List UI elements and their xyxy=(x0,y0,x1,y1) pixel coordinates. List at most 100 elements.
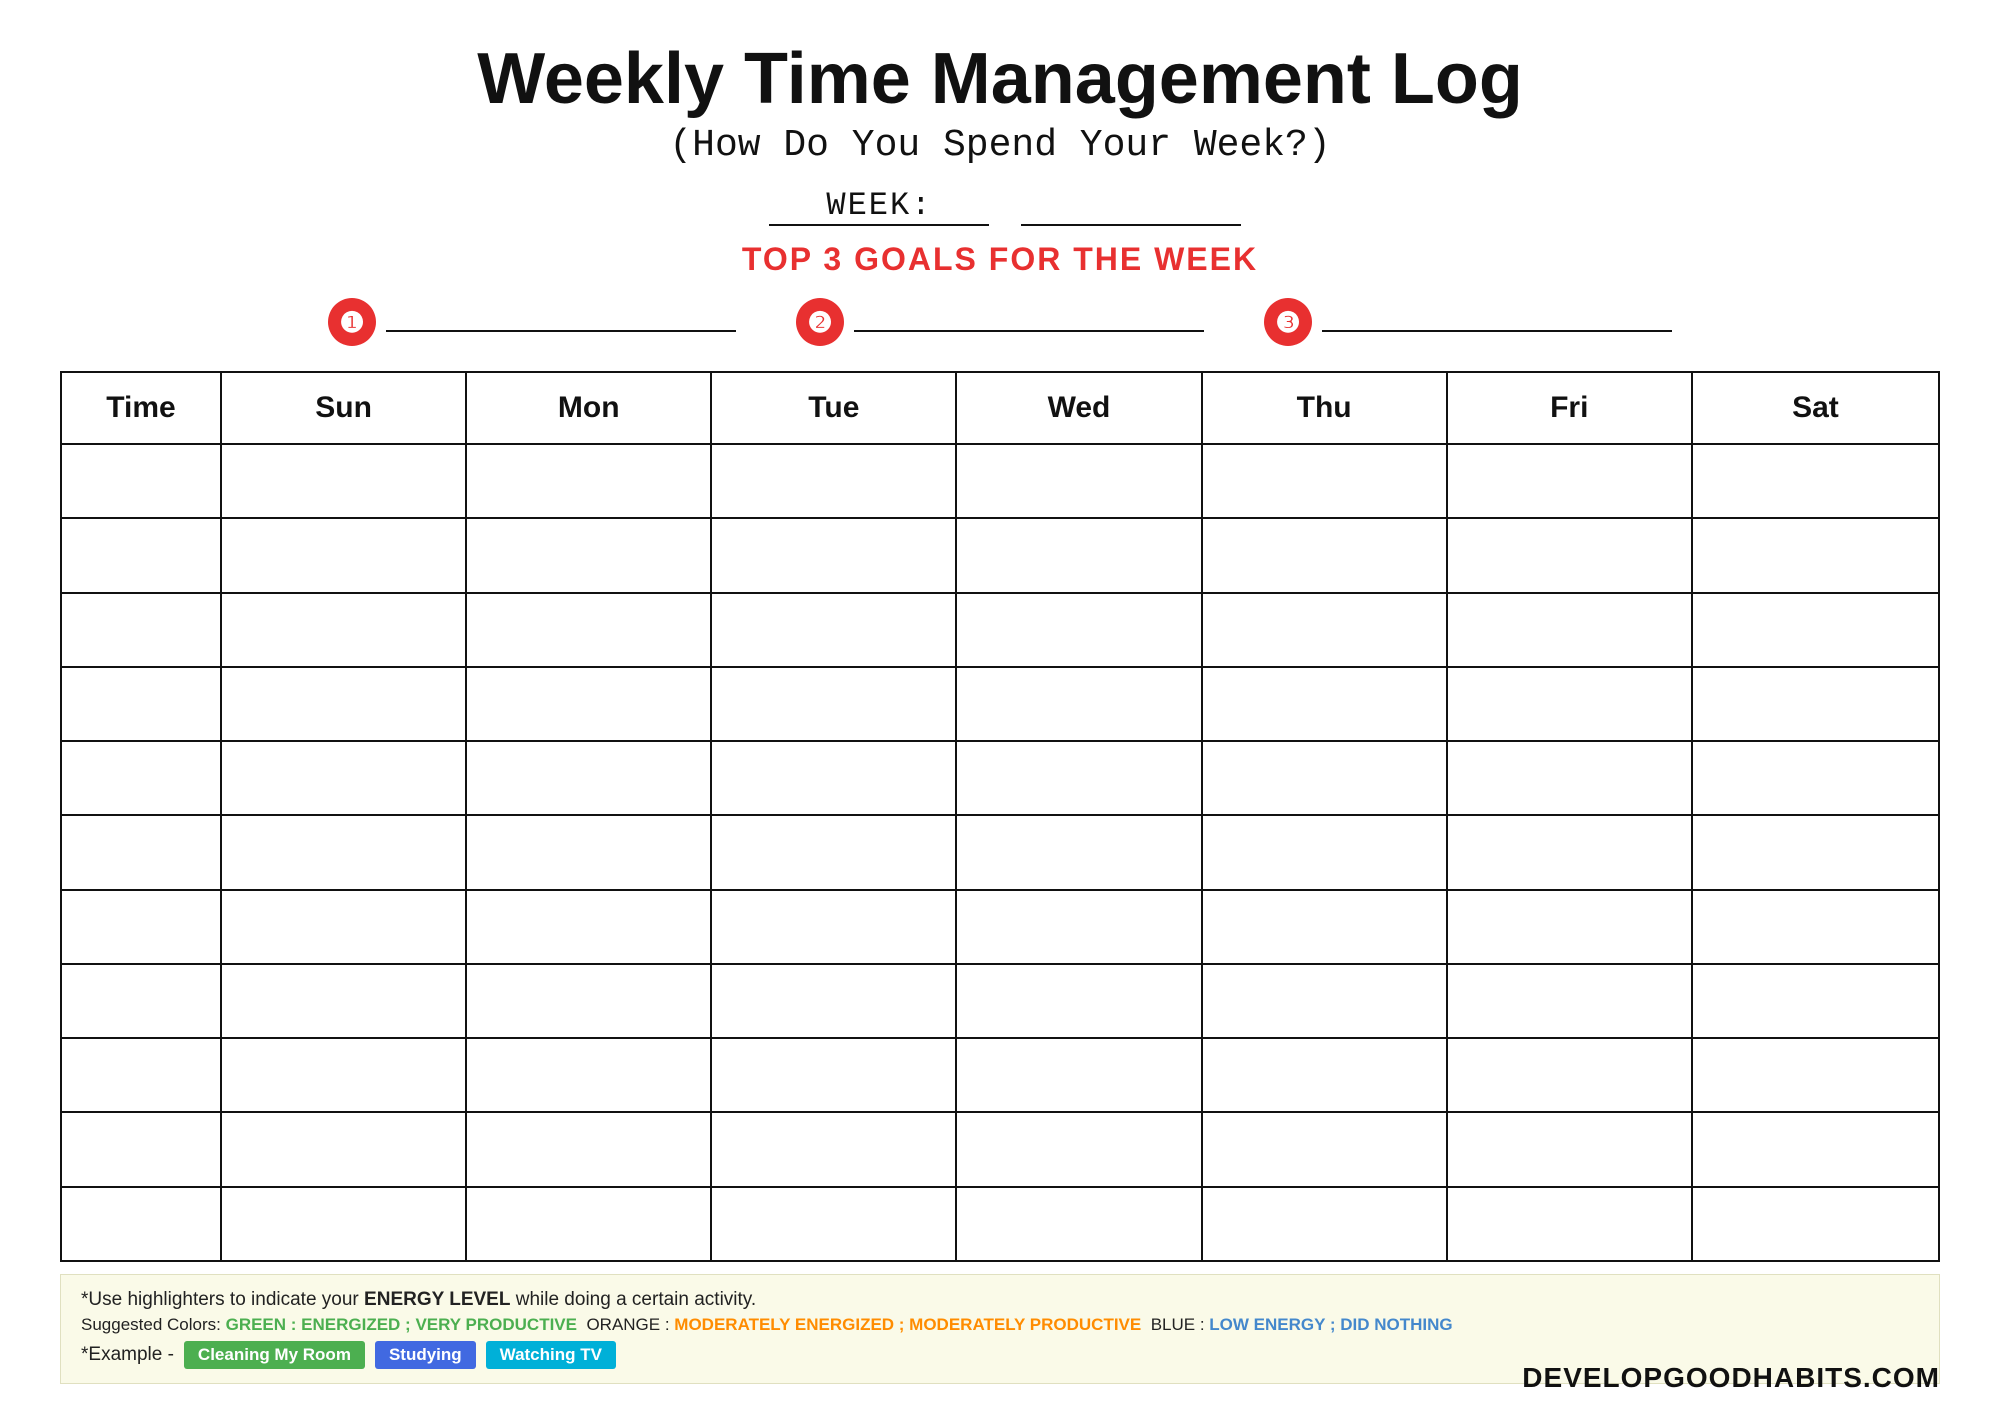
cell-sun[interactable] xyxy=(222,1188,467,1260)
cell-thu[interactable] xyxy=(1203,965,1448,1037)
cell-fri[interactable] xyxy=(1448,1039,1693,1111)
cell-sat[interactable] xyxy=(1693,1188,1938,1260)
col-sat: Sat xyxy=(1693,373,1938,443)
col-fri: Fri xyxy=(1448,373,1693,443)
footer-line1: *Use highlighters to indicate your ENERG… xyxy=(81,1289,1919,1311)
col-mon: Mon xyxy=(467,373,712,443)
cell-thu[interactable] xyxy=(1203,742,1448,814)
cell-wed[interactable] xyxy=(957,594,1202,666)
cell-time[interactable] xyxy=(62,519,222,591)
cell-sun[interactable] xyxy=(222,1113,467,1185)
cell-mon[interactable] xyxy=(467,742,712,814)
cell-tue[interactable] xyxy=(712,1039,957,1111)
cell-time[interactable] xyxy=(62,1188,222,1260)
cell-wed[interactable] xyxy=(957,445,1202,517)
cell-sat[interactable] xyxy=(1693,668,1938,740)
cell-time[interactable] xyxy=(62,1039,222,1111)
cell-sat[interactable] xyxy=(1693,1039,1938,1111)
cell-mon[interactable] xyxy=(467,1113,712,1185)
footer-line2: Suggested Colors: GREEN : ENERGIZED ; VE… xyxy=(81,1315,1919,1335)
cell-thu[interactable] xyxy=(1203,445,1448,517)
cell-mon[interactable] xyxy=(467,445,712,517)
cell-mon[interactable] xyxy=(467,594,712,666)
cell-wed[interactable] xyxy=(957,1188,1202,1260)
cell-thu[interactable] xyxy=(1203,519,1448,591)
cell-sun[interactable] xyxy=(222,668,467,740)
cell-wed[interactable] xyxy=(957,668,1202,740)
cell-sun[interactable] xyxy=(222,742,467,814)
cell-tue[interactable] xyxy=(712,965,957,1037)
cell-wed[interactable] xyxy=(957,1113,1202,1185)
cell-time[interactable] xyxy=(62,891,222,963)
cell-fri[interactable] xyxy=(1448,1113,1693,1185)
cell-time[interactable] xyxy=(62,594,222,666)
cell-sun[interactable] xyxy=(222,1039,467,1111)
cell-sun[interactable] xyxy=(222,816,467,888)
cell-fri[interactable] xyxy=(1448,668,1693,740)
cell-fri[interactable] xyxy=(1448,891,1693,963)
cell-thu[interactable] xyxy=(1203,816,1448,888)
cell-thu[interactable] xyxy=(1203,594,1448,666)
cell-mon[interactable] xyxy=(467,668,712,740)
cell-tue[interactable] xyxy=(712,742,957,814)
cell-sat[interactable] xyxy=(1693,891,1938,963)
cell-fri[interactable] xyxy=(1448,816,1693,888)
cell-tue[interactable] xyxy=(712,891,957,963)
cell-tue[interactable] xyxy=(712,1113,957,1185)
cell-thu[interactable] xyxy=(1203,1039,1448,1111)
cell-wed[interactable] xyxy=(957,891,1202,963)
cell-mon[interactable] xyxy=(467,816,712,888)
cell-sun[interactable] xyxy=(222,891,467,963)
cell-sat[interactable] xyxy=(1693,519,1938,591)
cell-tue[interactable] xyxy=(712,668,957,740)
cell-thu[interactable] xyxy=(1203,1188,1448,1260)
cell-wed[interactable] xyxy=(957,1039,1202,1111)
cell-sat[interactable] xyxy=(1693,445,1938,517)
cell-sun[interactable] xyxy=(222,965,467,1037)
cell-fri[interactable] xyxy=(1448,594,1693,666)
cell-wed[interactable] xyxy=(957,742,1202,814)
cell-mon[interactable] xyxy=(467,891,712,963)
week-label: WEEK: xyxy=(769,187,989,226)
cell-tue[interactable] xyxy=(712,445,957,517)
col-tue: Tue xyxy=(712,373,957,443)
cell-mon[interactable] xyxy=(467,519,712,591)
footer-suggested: Suggested Colors: xyxy=(81,1315,226,1334)
cell-time[interactable] xyxy=(62,965,222,1037)
goal-item-1: ❶ xyxy=(328,298,736,346)
cell-fri[interactable] xyxy=(1448,965,1693,1037)
cell-wed[interactable] xyxy=(957,519,1202,591)
cell-thu[interactable] xyxy=(1203,891,1448,963)
cell-tue[interactable] xyxy=(712,816,957,888)
cell-sun[interactable] xyxy=(222,445,467,517)
cell-fri[interactable] xyxy=(1448,445,1693,517)
cell-time[interactable] xyxy=(62,1113,222,1185)
cell-wed[interactable] xyxy=(957,965,1202,1037)
cell-sat[interactable] xyxy=(1693,1113,1938,1185)
cell-time[interactable] xyxy=(62,445,222,517)
cell-thu[interactable] xyxy=(1203,1113,1448,1185)
cell-fri[interactable] xyxy=(1448,519,1693,591)
cell-time[interactable] xyxy=(62,816,222,888)
cell-mon[interactable] xyxy=(467,1039,712,1111)
cell-mon[interactable] xyxy=(467,965,712,1037)
cell-fri[interactable] xyxy=(1448,1188,1693,1260)
goals-row: ❶ ❷ ❸ xyxy=(60,298,1940,346)
cell-sat[interactable] xyxy=(1693,594,1938,666)
cell-sun[interactable] xyxy=(222,519,467,591)
cell-sat[interactable] xyxy=(1693,816,1938,888)
cell-mon[interactable] xyxy=(467,1188,712,1260)
cell-time[interactable] xyxy=(62,668,222,740)
cell-fri[interactable] xyxy=(1448,742,1693,814)
cell-wed[interactable] xyxy=(957,816,1202,888)
cell-sat[interactable] xyxy=(1693,742,1938,814)
cell-tue[interactable] xyxy=(712,1188,957,1260)
cell-thu[interactable] xyxy=(1203,668,1448,740)
cell-sat[interactable] xyxy=(1693,965,1938,1037)
cell-sun[interactable] xyxy=(222,594,467,666)
cell-tue[interactable] xyxy=(712,519,957,591)
subtitle: (How Do You Spend Your Week?) xyxy=(669,124,1330,167)
example-badge-studying: Studying xyxy=(375,1341,476,1369)
cell-tue[interactable] xyxy=(712,594,957,666)
cell-time[interactable] xyxy=(62,742,222,814)
